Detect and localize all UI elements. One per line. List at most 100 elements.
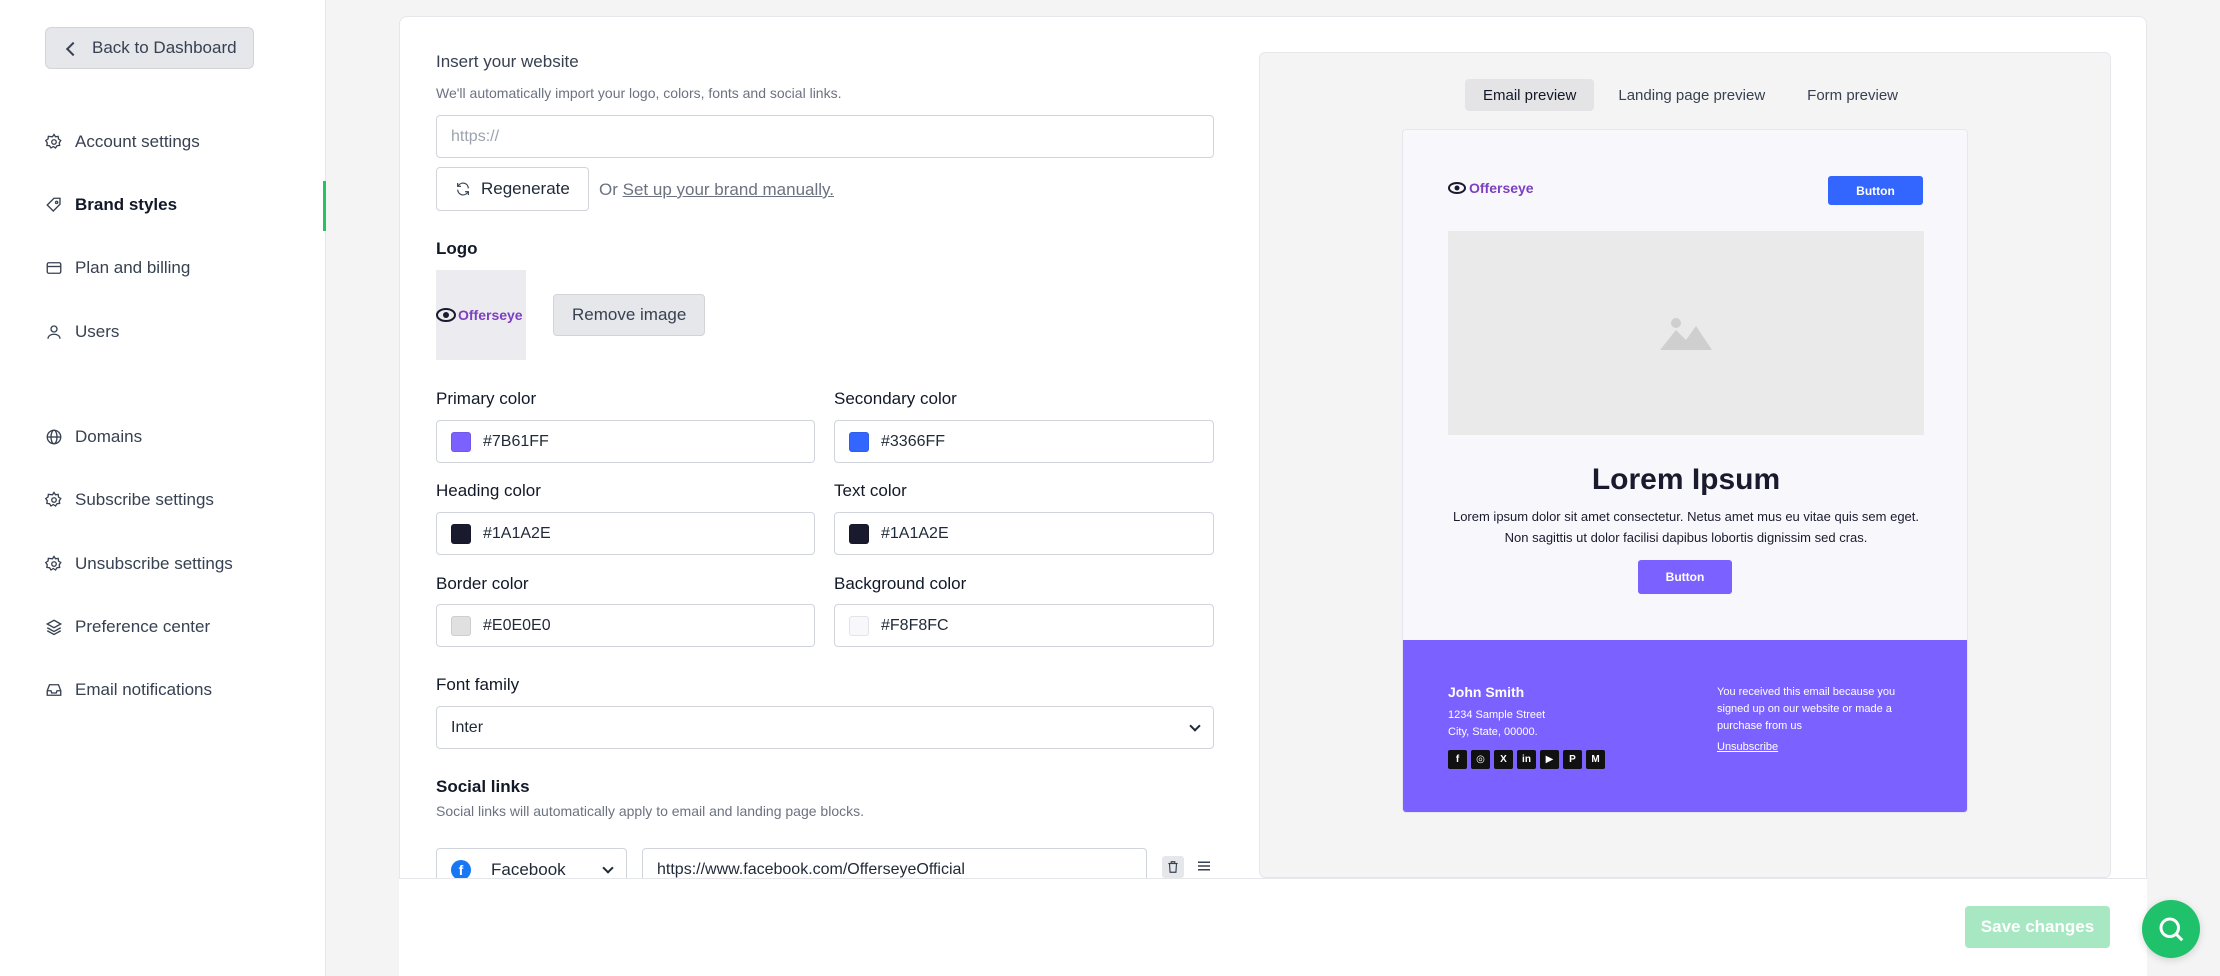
heading-color-input[interactable]: #1A1A2E [436, 512, 815, 555]
email-footer: John Smith 1234 Sample Street City, Stat… [1403, 640, 1967, 812]
sidebar-item-brand-styles[interactable]: Brand styles [45, 190, 177, 220]
background-color-label: Background color [834, 574, 967, 593]
sidebar-item-label: Account settings [75, 132, 200, 151]
logo-section-title: Logo [436, 239, 478, 258]
setup-brand-manually-link[interactable]: Set up your brand manually. [623, 180, 834, 199]
sidebar: Back to Dashboard Account settings Brand… [0, 0, 326, 976]
background-color-value: #F8F8FC [881, 616, 949, 634]
website-helper-text: We'll automatically import your logo, co… [436, 85, 842, 101]
sidebar-item-users[interactable]: Users [45, 317, 119, 347]
secondary-color-input[interactable]: #3366FF [834, 420, 1214, 463]
delete-social-link-button[interactable] [1162, 856, 1184, 878]
tag-icon [46, 197, 61, 212]
back-to-dashboard-button[interactable]: Back to Dashboard [45, 27, 254, 69]
remove-image-button[interactable]: Remove image [553, 294, 706, 336]
primary-color-label: Primary color [436, 389, 537, 408]
sidebar-item-label: Email notifications [75, 680, 213, 699]
sidebar-item-label: Plan and billing [75, 258, 191, 277]
or-text: Or [599, 180, 618, 199]
email-preview: Offerseye Button Lorem Ipsum Lorem ipsum… [1402, 129, 1968, 813]
gear-icon [45, 133, 62, 149]
text-color-value: #1A1A2E [881, 524, 949, 542]
secondary-color-swatch[interactable] [849, 431, 869, 452]
inbox-icon [46, 684, 62, 696]
email-brand-logo: Offerseye [1448, 180, 1534, 196]
border-color-label: Border color [436, 574, 529, 593]
text-color-input[interactable]: #1A1A2E [834, 512, 1214, 555]
pinterest-icon[interactable]: P [1563, 750, 1582, 769]
active-indicator [323, 181, 326, 231]
border-color-swatch[interactable] [451, 615, 471, 636]
regenerate-button[interactable]: Regenerate [436, 167, 589, 211]
back-button-label: Back to Dashboard [92, 38, 237, 57]
sidebar-item-account-settings[interactable]: Account settings [45, 127, 200, 157]
logo-preview: Offerseye [436, 270, 526, 360]
email-body-text: Lorem ipsum dolor sit amet consectetur. … [1452, 509, 1920, 545]
facebook-icon[interactable]: f [1448, 750, 1467, 769]
x-icon[interactable]: X [1494, 750, 1513, 769]
preview-tabs: Email preview Landing page preview Form … [1465, 79, 1916, 111]
primary-color-value: #7B61FF [483, 432, 549, 450]
facebook-icon: f [451, 859, 471, 880]
primary-color-swatch[interactable] [451, 431, 471, 452]
credit-card-icon [46, 262, 62, 274]
tab-email-preview[interactable]: Email preview [1465, 79, 1595, 111]
unsubscribe-link[interactable]: Unsubscribe [1717, 741, 1778, 753]
drag-handle[interactable] [1195, 857, 1215, 877]
heading-color-value: #1A1A2E [483, 524, 551, 542]
sidebar-item-label: Domains [75, 427, 143, 446]
sidebar-item-email-notifications[interactable]: Email notifications [45, 675, 212, 705]
chevron-down-icon [1189, 719, 1201, 732]
background-color-swatch[interactable] [849, 615, 869, 636]
remove-image-label: Remove image [572, 305, 687, 324]
user-icon [47, 325, 61, 339]
globe-icon [46, 429, 62, 445]
gear-icon [45, 555, 62, 571]
image-placeholder-icon [1660, 318, 1712, 350]
sidebar-item-unsubscribe-settings[interactable]: Unsubscribe settings [45, 549, 233, 579]
tab-form-preview[interactable]: Form preview [1789, 79, 1916, 111]
font-family-select[interactable]: Inter [436, 706, 1214, 749]
youtube-icon[interactable]: ▶ [1540, 750, 1559, 769]
primary-color-input[interactable]: #7B61FF [436, 420, 815, 463]
website-url-input[interactable]: https:// [436, 115, 1214, 158]
email-header-button[interactable]: Button [1828, 176, 1923, 205]
email-cta-button[interactable]: Button [1638, 560, 1732, 594]
font-family-label: Font family [436, 675, 520, 694]
bottom-action-bar [399, 878, 2147, 976]
social-links-title: Social links [436, 777, 530, 796]
website-section-title: Insert your website [436, 52, 579, 71]
sidebar-item-preference-center[interactable]: Preference center [45, 612, 210, 642]
help-search-button[interactable] [2142, 900, 2200, 958]
sidebar-item-plan-billing[interactable]: Plan and billing [45, 253, 190, 283]
sidebar-item-label: Preference center [75, 617, 211, 636]
regenerate-label: Regenerate [481, 179, 570, 198]
svg-text:Offerseye: Offerseye [458, 307, 523, 323]
website-url-placeholder: https:// [451, 127, 500, 145]
drag-handle-icon [1198, 861, 1210, 871]
sidebar-item-label: Brand styles [75, 195, 178, 214]
secondary-color-label: Secondary color [834, 389, 957, 408]
manual-setup-text: Or Set up your brand manually. [599, 180, 834, 200]
linkedin-icon[interactable]: in [1517, 750, 1536, 769]
tab-landing-page-preview[interactable]: Landing page preview [1600, 79, 1783, 111]
save-changes-button[interactable]: Save changes [1965, 906, 2110, 948]
heading-color-swatch[interactable] [451, 523, 471, 544]
sidebar-item-subscribe-settings[interactable]: Subscribe settings [45, 485, 214, 515]
social-url-value: https://www.facebook.com/OfferseyeOffici… [657, 860, 965, 878]
text-color-swatch[interactable] [849, 523, 869, 544]
border-color-value: #E0E0E0 [483, 616, 551, 634]
social-links-helper: Social links will automatically apply to… [436, 803, 865, 819]
medium-icon[interactable]: M [1586, 750, 1605, 769]
background-color-input[interactable]: #F8F8FC [834, 604, 1214, 647]
gear-icon [45, 491, 62, 507]
footer-address-line1: 1234 Sample Street [1448, 709, 1546, 721]
instagram-icon[interactable]: ◎ [1471, 750, 1490, 769]
sidebar-item-label: Subscribe settings [75, 490, 214, 509]
email-brand-text: Offerseye [1469, 180, 1534, 196]
footer-name: John Smith [1448, 684, 1525, 700]
social-platform-value: Facebook [491, 859, 566, 879]
heading-color-label: Heading color [436, 481, 541, 500]
sidebar-item-domains[interactable]: Domains [45, 422, 142, 452]
border-color-input[interactable]: #E0E0E0 [436, 604, 815, 647]
